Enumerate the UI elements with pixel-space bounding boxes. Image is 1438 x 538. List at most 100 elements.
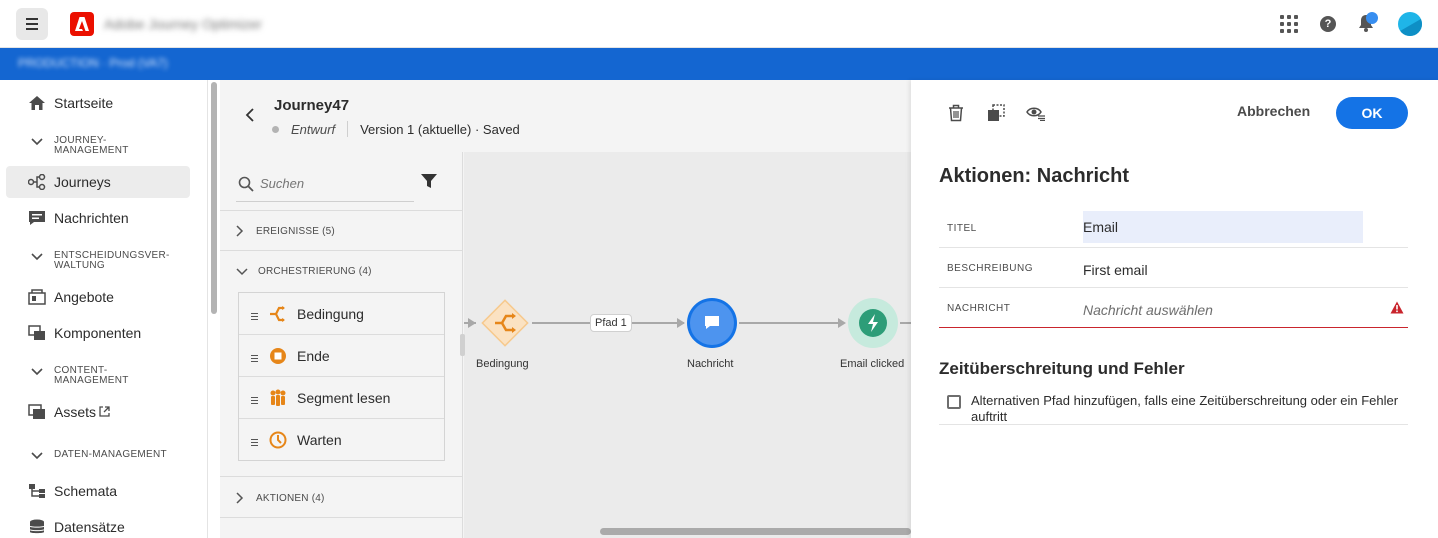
nav-section-decisioning[interactable]: ENTSCHEIDUNGSVER- WALTUNG bbox=[30, 251, 170, 271]
delete-button[interactable] bbox=[945, 102, 967, 124]
palette-category-actions[interactable]: AKTIONEN (4) bbox=[236, 492, 325, 504]
palette-item-wait[interactable]: Warten bbox=[239, 419, 444, 461]
title-field[interactable]: Email bbox=[1083, 211, 1363, 243]
journey-header: Journey47 Entwurf Version 1 (aktuelle) ·… bbox=[220, 80, 911, 152]
nav-item-schemas[interactable]: Schemata bbox=[6, 475, 190, 507]
arrow-head-icon bbox=[468, 318, 476, 328]
journey-name[interactable]: Journey47 bbox=[274, 97, 349, 114]
arrow-head-icon bbox=[838, 318, 846, 328]
drag-handle-icon[interactable] bbox=[251, 355, 258, 364]
palette-category-events[interactable]: EREIGNISSE (5) bbox=[236, 225, 335, 237]
section-label: MANAGEMENT bbox=[54, 145, 129, 156]
back-chevron-icon[interactable] bbox=[245, 108, 255, 122]
timeout-checkbox[interactable] bbox=[947, 395, 961, 409]
drag-handle-icon[interactable] bbox=[251, 313, 258, 322]
panel-title: Aktionen: Nachricht bbox=[939, 165, 1130, 187]
schemas-icon bbox=[29, 484, 45, 498]
nav-item-label: Assets bbox=[54, 404, 110, 420]
section-label: WALTUNG bbox=[54, 260, 105, 271]
condition-icon bbox=[270, 306, 285, 322]
condition-node[interactable] bbox=[478, 296, 532, 350]
description-field-label: BESCHREIBUNG bbox=[947, 263, 1034, 274]
visibility-icon bbox=[1026, 107, 1045, 121]
drag-handle-icon[interactable] bbox=[251, 397, 258, 406]
nav-item-label: Journeys bbox=[54, 174, 111, 190]
chevron-right-icon bbox=[236, 225, 244, 237]
user-avatar[interactable] bbox=[1398, 12, 1422, 36]
palette-item-read-segment[interactable]: Segment lesen bbox=[239, 377, 444, 419]
palette-category-orchestration[interactable]: ORCHESTRIERUNG (4) bbox=[236, 266, 372, 277]
components-icon bbox=[28, 325, 45, 340]
offers-icon bbox=[28, 289, 46, 305]
message-field-label: NACHRICHT bbox=[947, 303, 1011, 314]
nav-item-assets[interactable]: Assets bbox=[6, 396, 190, 428]
description-field[interactable]: First email bbox=[1083, 255, 1363, 286]
duplicate-button[interactable] bbox=[985, 102, 1007, 124]
external-link-icon bbox=[99, 406, 110, 417]
palette-item-end[interactable]: Ende bbox=[239, 335, 444, 377]
divider bbox=[220, 250, 462, 251]
palette-item-label: Bedingung bbox=[297, 306, 364, 322]
app-title[interactable]: Adobe Journey Optimizer bbox=[104, 16, 262, 32]
search-input[interactable] bbox=[260, 176, 410, 191]
journeys-icon bbox=[28, 174, 46, 190]
splitter-handle[interactable] bbox=[460, 334, 465, 356]
description-field-row: BESCHREIBUNG First email bbox=[939, 248, 1408, 288]
nav-section-data-management[interactable]: DATEN-MANAGEMENT bbox=[30, 450, 167, 460]
message-picker[interactable]: Nachricht auswählen bbox=[1083, 295, 1363, 326]
palette-item-label: Warten bbox=[297, 432, 342, 448]
nav-item-offers[interactable]: Angebote bbox=[6, 281, 190, 313]
nav-item-home[interactable]: Startseite bbox=[6, 87, 190, 119]
journey-status: Entwurf bbox=[291, 121, 336, 137]
nav-item-messages[interactable]: Nachrichten bbox=[6, 202, 190, 234]
divider bbox=[220, 210, 462, 211]
path-label[interactable]: Pfad 1 bbox=[590, 314, 632, 332]
message-node[interactable] bbox=[685, 296, 739, 350]
connector-line bbox=[739, 322, 844, 324]
chevron-down-icon bbox=[31, 138, 43, 146]
title-field-row: TITEL Email bbox=[939, 208, 1408, 248]
drag-handle-icon[interactable] bbox=[251, 439, 258, 448]
journey-meta: Entwurf Version 1 (aktuelle) · Saved bbox=[272, 121, 520, 137]
divider bbox=[347, 121, 349, 137]
chevron-down-icon bbox=[31, 253, 43, 261]
org-bar: PRODUCTION · Prod (VA7) bbox=[0, 48, 1438, 80]
adobe-logo-icon[interactable] bbox=[70, 12, 94, 36]
nav-item-label: Schemata bbox=[54, 483, 118, 499]
ok-button[interactable]: OK bbox=[1336, 97, 1408, 129]
journey-editor: Journey47 Entwurf Version 1 (aktuelle) ·… bbox=[220, 80, 911, 538]
help-icon[interactable]: ? bbox=[1320, 16, 1336, 32]
nav-item-label: Startseite bbox=[54, 95, 114, 111]
cancel-button[interactable]: Abbrechen bbox=[1237, 103, 1310, 119]
nav-item-label: Datensätze bbox=[54, 519, 125, 535]
notifications-icon[interactable] bbox=[1358, 12, 1378, 34]
filter-icon[interactable] bbox=[420, 172, 438, 190]
home-icon bbox=[29, 96, 45, 110]
title-field-label: TITEL bbox=[947, 223, 977, 234]
message-field-row: NACHRICHT Nachricht auswählen bbox=[939, 288, 1408, 328]
canvas-horizontal-scrollbar[interactable] bbox=[600, 528, 911, 535]
palette-item-label: Ende bbox=[297, 348, 330, 364]
preview-button[interactable] bbox=[1025, 102, 1047, 124]
message-icon bbox=[29, 211, 45, 225]
palette-item-condition[interactable]: Bedingung bbox=[239, 293, 444, 335]
timeout-checkbox-label[interactable]: Alternativen Pfad hinzufügen, falls eine… bbox=[971, 393, 1401, 425]
chevron-down-icon bbox=[236, 267, 248, 275]
nav-section-journey-management[interactable]: JOURNEY- MANAGEMENT bbox=[30, 136, 129, 156]
chevron-down-icon bbox=[31, 452, 43, 460]
nav-section-content-management[interactable]: CONTENT- MANAGEMENT bbox=[30, 366, 129, 386]
org-switcher[interactable]: PRODUCTION · Prod (VA7) bbox=[18, 56, 168, 70]
nav-scrollbar[interactable] bbox=[211, 82, 217, 314]
nav-item-label: Angebote bbox=[54, 289, 114, 305]
status-dot bbox=[272, 125, 279, 133]
nav-item-datasets[interactable]: Datensätze bbox=[6, 511, 190, 538]
activity-properties-panel: Abbrechen OK Aktionen: Nachricht TITEL E… bbox=[911, 80, 1438, 538]
app-switcher-icon[interactable] bbox=[1280, 15, 1298, 33]
nav-item-journeys[interactable]: Journeys bbox=[6, 166, 190, 198]
hamburger-menu-button[interactable] bbox=[16, 8, 48, 40]
email-clicked-node[interactable] bbox=[846, 296, 900, 350]
divider bbox=[939, 424, 1408, 425]
journey-canvas[interactable]: Bedingung Pfad 1 Nachricht Email clicked bbox=[464, 152, 911, 538]
nav-item-components[interactable]: Komponenten bbox=[6, 317, 190, 349]
category-label: EREIGNISSE (5) bbox=[256, 225, 335, 237]
